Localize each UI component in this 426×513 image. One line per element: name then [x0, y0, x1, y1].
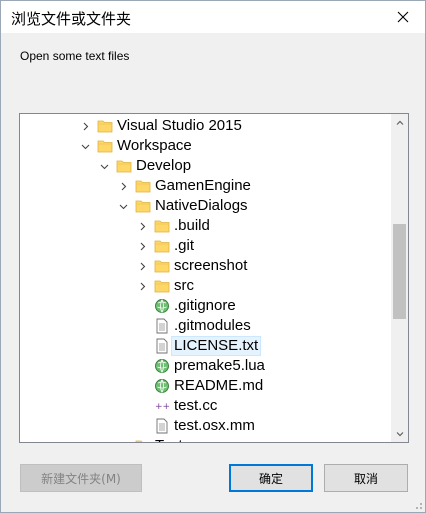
tree-item-label: Visual Studio 2015: [117, 117, 242, 134]
close-icon: [397, 11, 409, 23]
green-globe-icon: [154, 378, 170, 394]
window-title: 浏览文件或文件夹: [11, 10, 132, 28]
folder-icon: [154, 218, 170, 234]
folder-icon: [154, 238, 170, 254]
dialog-description: Open some text files: [20, 49, 130, 63]
chevron-down-icon[interactable]: [97, 159, 111, 173]
tree-folder-item[interactable]: Workspace: [20, 136, 392, 156]
chevron-down-icon[interactable]: [78, 139, 92, 153]
tree-item-label: Develop: [136, 157, 192, 174]
chevron-right-icon[interactable]: [135, 259, 149, 273]
tree-file-item[interactable]: .gitmodules: [20, 316, 392, 336]
close-button[interactable]: [381, 1, 425, 33]
chevron-right-icon[interactable]: [135, 239, 149, 253]
tree-folder-item[interactable]: src: [20, 276, 392, 296]
tree-file-item[interactable]: LICENSE.txt: [20, 336, 392, 356]
folder-icon: [97, 118, 113, 134]
tree-item-label: Workspace: [117, 137, 192, 154]
text-file-icon: [154, 318, 170, 334]
scrollbar-thumb[interactable]: [393, 224, 406, 319]
text-file-icon: [154, 338, 170, 354]
folder-icon: [135, 178, 151, 194]
tree-item-label: Test: [153, 437, 185, 442]
tree-item-label: premake5.lua: [174, 357, 265, 374]
folder-icon: [154, 278, 170, 294]
tree-item-label: .gitignore: [174, 297, 236, 314]
browse-dialog: 浏览文件或文件夹 Open some text files Visual Stu…: [0, 0, 426, 513]
chevron-down-icon[interactable]: [116, 199, 130, 213]
tree-item-label: src: [174, 277, 194, 294]
tree-folder-item[interactable]: GamenEngine: [20, 176, 392, 196]
tree-folder-item[interactable]: Visual Studio 2015: [20, 116, 392, 136]
folder-icon: [97, 138, 113, 154]
tree-item-label: screenshot: [174, 257, 248, 274]
chevron-right-icon[interactable]: [135, 219, 149, 233]
title-bar: 浏览文件或文件夹: [1, 1, 425, 33]
folder-icon: [135, 198, 151, 214]
tree-folder-item[interactable]: screenshot: [20, 256, 392, 276]
tree-folder-item[interactable]: .build: [20, 216, 392, 236]
tree-item-label: LICENSE.txt: [170, 336, 262, 356]
vertical-scrollbar[interactable]: [391, 114, 408, 442]
tree-file-item[interactable]: ++ test.cc: [20, 396, 392, 416]
scroll-down-button[interactable]: [391, 425, 408, 442]
tree-item-label: .gitmodules: [174, 317, 251, 334]
folder-tree[interactable]: Visual Studio 2015 Workspace Develop GamenE…: [19, 113, 409, 443]
tree-item-label: test.cc: [174, 397, 218, 414]
svg-text:++: ++: [155, 402, 170, 412]
text-file-icon: [154, 418, 170, 434]
chevron-right-icon[interactable]: [116, 439, 130, 442]
green-globe-icon: [154, 358, 170, 374]
scroll-up-button[interactable]: [391, 114, 408, 131]
tree-item-label: test.osx.mm: [174, 417, 255, 434]
tree-folder-item[interactable]: .git: [20, 236, 392, 256]
chevron-right-icon[interactable]: [116, 179, 130, 193]
tree-file-item[interactable]: README.md: [20, 376, 392, 396]
tree-item-label: NativeDialogs: [155, 197, 248, 214]
tree-folder-item[interactable]: Develop: [20, 156, 392, 176]
folder-icon: [135, 438, 151, 442]
tree-file-item[interactable]: test.osx.mm: [20, 416, 392, 436]
chevron-down-icon: [396, 431, 403, 436]
tree-folder-item[interactable]: Test: [20, 436, 392, 442]
new-folder-button[interactable]: 新建文件夹(M): [20, 464, 142, 492]
cpp-file-icon: ++: [154, 398, 170, 414]
tree-file-item[interactable]: premake5.lua: [20, 356, 392, 376]
folder-icon: [116, 158, 132, 174]
folder-tree-content: Visual Studio 2015 Workspace Develop GamenE…: [20, 114, 392, 442]
tree-item-label: .git: [174, 237, 195, 254]
resize-grip-icon[interactable]: [411, 498, 423, 510]
tree-item-label: .build: [174, 217, 210, 234]
chevron-right-icon[interactable]: [78, 119, 92, 133]
chevron-right-icon[interactable]: [135, 279, 149, 293]
tree-item-label: GamenEngine: [155, 177, 251, 194]
cancel-button[interactable]: 取消: [324, 464, 408, 492]
folder-icon: [154, 258, 170, 274]
green-globe-icon: [154, 298, 170, 314]
tree-item-label: README.md: [174, 377, 264, 394]
tree-file-item[interactable]: .gitignore: [20, 296, 392, 316]
chevron-up-icon: [396, 120, 403, 125]
ok-button[interactable]: 确定: [229, 464, 313, 492]
tree-folder-item[interactable]: NativeDialogs: [20, 196, 392, 216]
